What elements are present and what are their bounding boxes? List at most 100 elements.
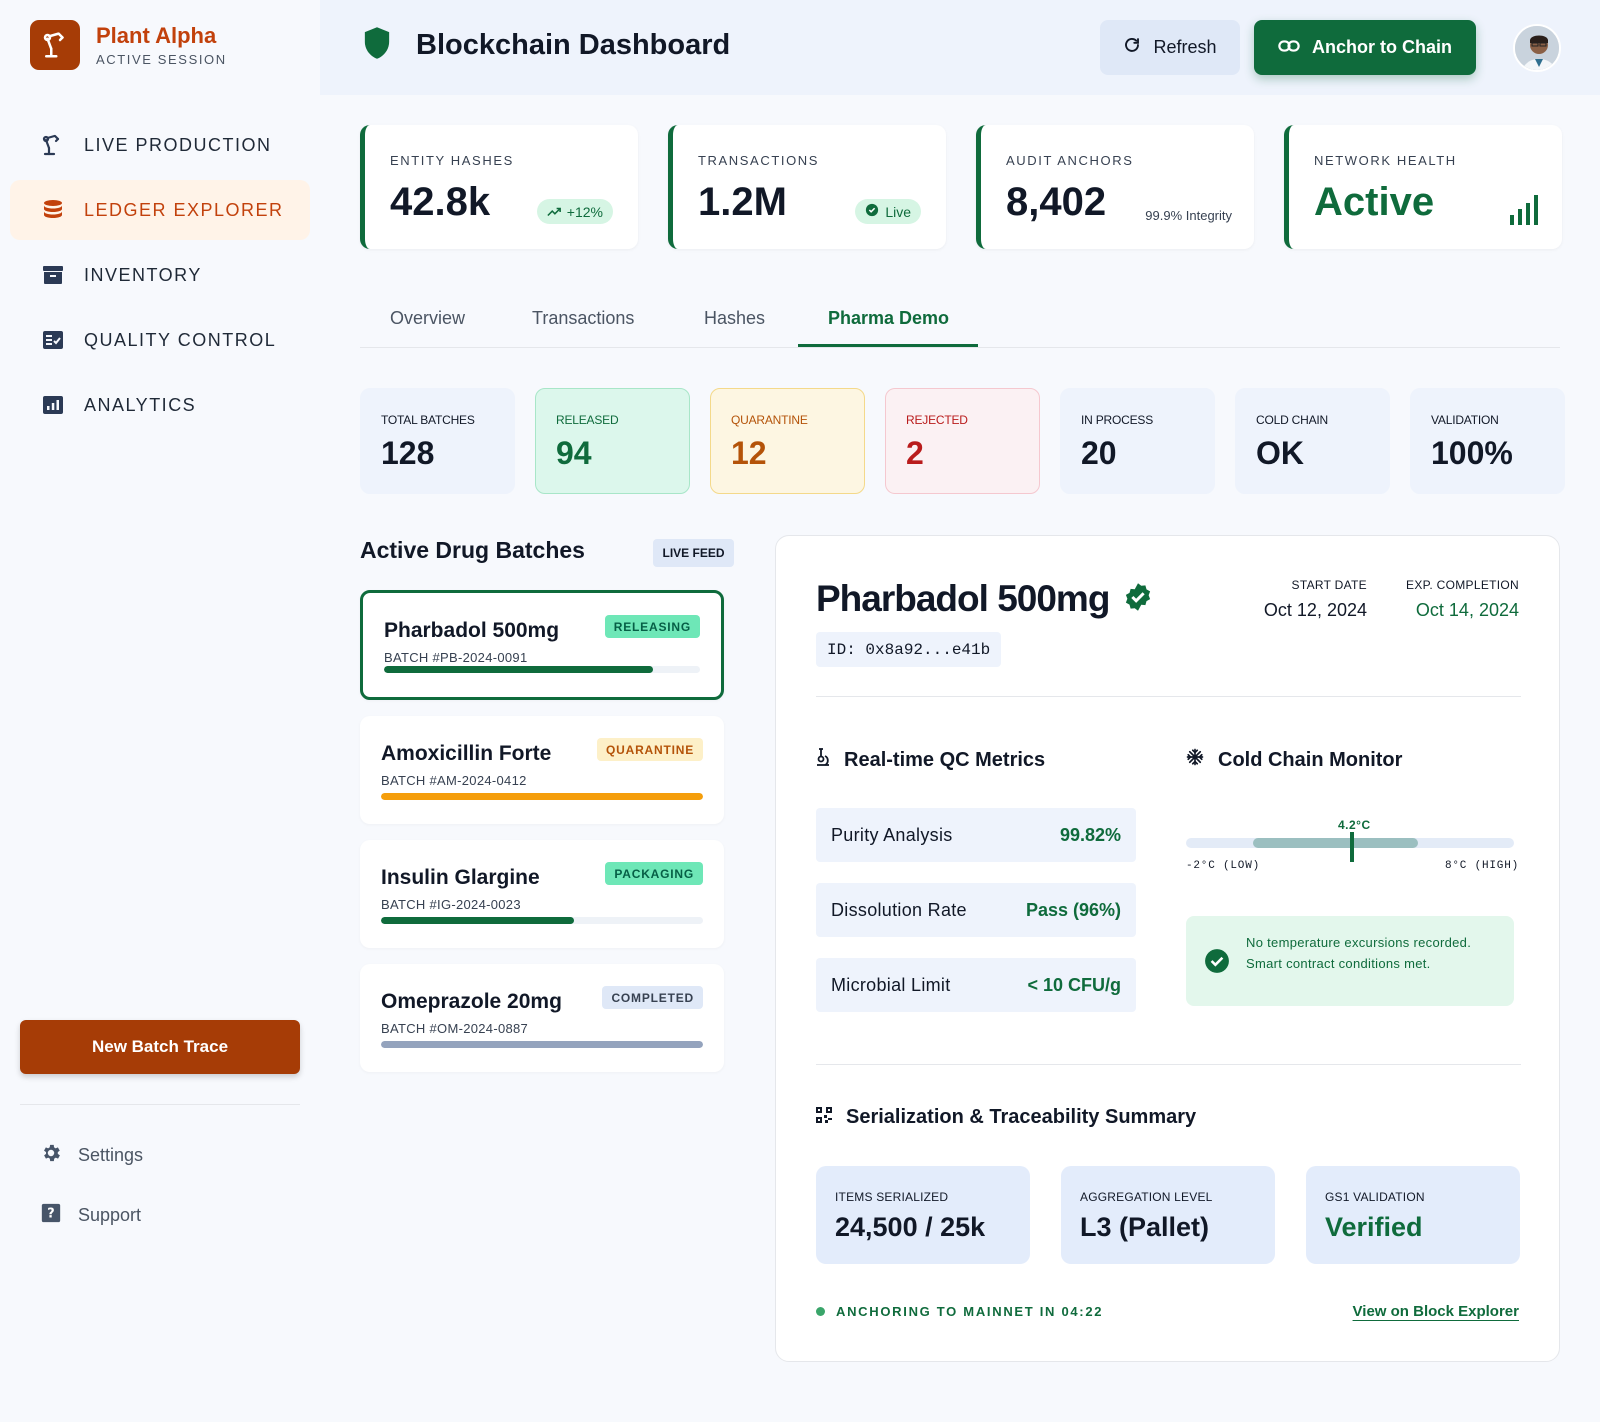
qc-metric-row: Purity Analysis 99.82%: [816, 808, 1136, 862]
batch-progress-track: [381, 917, 703, 924]
batch-card[interactable]: Amoxicillin Forte BATCH #AM-2024-0412 QUAR…: [360, 716, 724, 824]
stat-card-network-health[interactable]: NETWORK HEALTH Active: [1284, 125, 1562, 249]
archive-icon: [40, 262, 66, 288]
serialization-tile-value: L3 (Pallet): [1080, 1212, 1210, 1242]
sidebar-item-quality-control[interactable]: QUALITY CONTROL: [10, 310, 310, 370]
summary-value: OK: [1256, 435, 1304, 471]
serialization-tile: ITEMS SERIALIZED 24,500 / 25k: [816, 1166, 1030, 1264]
sidebar-item-label: LEDGER EXPLORER: [84, 199, 284, 220]
status-dot: [816, 1307, 825, 1316]
divider: [816, 1064, 1521, 1065]
summary-tile-in-process[interactable]: IN PROCESS 20: [1060, 388, 1215, 494]
growth-badge: +12%: [536, 199, 613, 224]
batch-progress-track: [381, 793, 703, 800]
sidebar-item-live-production[interactable]: LIVE PRODUCTION: [10, 115, 310, 175]
sidebar-nav: LIVE PRODUCTION LEDGER EXPLORER INVENTOR…: [10, 115, 310, 440]
stat-label: NETWORK HEALTH: [1314, 153, 1457, 168]
qc-metric-value: Pass (96%): [1025, 900, 1121, 920]
summary-tile-total-batches[interactable]: TOTAL BATCHES 128: [360, 388, 515, 494]
summary-label: VALIDATION: [1431, 413, 1499, 427]
sidebar-item-label: ANALYTICS: [84, 394, 197, 415]
start-date: START DATE Oct 12, 2024: [1264, 578, 1367, 621]
refresh-label: Refresh: [1153, 37, 1217, 57]
temp-current-value: 4.2°C: [1338, 818, 1371, 832]
qc-section-label: Real-time QC Metrics: [844, 748, 1046, 771]
refresh-button[interactable]: Refresh: [1100, 20, 1240, 75]
sidebar: Plant Alpha ACTIVE SESSION LIVE PRODUCTI…: [0, 0, 320, 1422]
batch-progress-fill: [384, 666, 653, 673]
view-block-explorer-link[interactable]: View on Block Explorer: [1353, 1303, 1519, 1320]
live-badge: Live: [855, 199, 921, 224]
refresh-icon: [1123, 36, 1141, 59]
snowflake-icon: [1186, 748, 1204, 772]
status-badge: QUARANTINE: [597, 738, 703, 761]
batch-hash-id[interactable]: ID: 0x8a92...e41b: [816, 632, 1002, 667]
brand[interactable]: Plant Alpha ACTIVE SESSION: [30, 20, 227, 70]
tab-overview[interactable]: Overview: [390, 308, 465, 329]
live-badge-text: Live: [885, 203, 911, 220]
summary-tile-validation[interactable]: VALIDATION 100%: [1410, 388, 1565, 494]
summary-tile-cold-chain[interactable]: COLD CHAIN OK: [1235, 388, 1390, 494]
qc-metric-label: Dissolution Rate: [831, 900, 967, 920]
anchor-to-chain-button[interactable]: Anchor to Chain: [1254, 20, 1476, 75]
sidebar-item-ledger-explorer[interactable]: LEDGER EXPLORER: [10, 180, 310, 240]
summary-value: 20: [1081, 435, 1117, 471]
summary-tile-quarantine[interactable]: QUARANTINE 12: [710, 388, 865, 494]
shield-icon: [362, 26, 392, 65]
serialization-label: Serialization & Traceability Summary: [846, 1106, 1197, 1128]
batch-name: Insulin Glargine: [381, 866, 540, 889]
robot-arm-icon: [40, 132, 66, 158]
temp-low-label: -2°C (LOW): [1186, 860, 1261, 872]
start-date-label: START DATE: [1291, 578, 1367, 592]
link-icon: [1278, 37, 1300, 58]
stat-value: Active: [1314, 180, 1435, 224]
tab-hashes[interactable]: Hashes: [704, 308, 765, 329]
summary-value: 128: [381, 435, 435, 471]
stat-card-transactions[interactable]: TRANSACTIONS 1.2M Live: [668, 125, 946, 249]
tab-pharma-demo[interactable]: Pharma Demo: [828, 308, 949, 329]
sidebar-item-label: LIVE PRODUCTION: [84, 134, 272, 155]
temperature-gauge: [1186, 832, 1514, 862]
summary-tile-rejected[interactable]: REJECTED 2: [885, 388, 1040, 494]
sidebar-item-label: QUALITY CONTROL: [84, 329, 277, 350]
settings-link[interactable]: Settings: [40, 1142, 143, 1169]
serialization-tile-label: ITEMS SERIALIZED: [835, 1190, 949, 1204]
batch-progress-fill: [381, 917, 575, 924]
top-header: Blockchain Dashboard Refresh Anchor to C…: [320, 0, 1600, 95]
serialization-tile: AGGREGATION LEVEL L3 (Pallet): [1061, 1166, 1275, 1264]
live-feed-badge: LIVE FEED: [653, 539, 734, 567]
cold-chain-note-text: No temperature excursions recorded. Smar…: [1246, 935, 1472, 971]
stat-value: 8,402: [1006, 180, 1107, 224]
stat-card-entity-hashes[interactable]: ENTITY HASHES 42.8k +12%: [360, 125, 638, 249]
status-badge: COMPLETED: [602, 986, 703, 1009]
qc-metric-label: Purity Analysis: [831, 825, 953, 845]
support-link[interactable]: ? Support: [40, 1202, 141, 1229]
svg-text:?: ?: [47, 1207, 54, 1222]
brand-subtitle: ACTIVE SESSION: [96, 52, 227, 67]
stat-card-audit-anchors[interactable]: AUDIT ANCHORS 8,402 99.9% Integrity: [976, 125, 1254, 249]
batch-card[interactable]: Pharbadol 500mg BATCH #PB-2024-0091 RELEAS…: [360, 590, 724, 700]
batch-card[interactable]: Omeprazole 20mg BATCH #OM-2024-0887 COMPLE…: [360, 964, 724, 1072]
qc-metric-row: Dissolution Rate Pass (96%): [816, 883, 1136, 937]
batch-detail-panel: Pharbadol 500mg ID: 0x8a92...e41b START …: [775, 535, 1560, 1362]
growth-badge-text: +12%: [566, 203, 603, 220]
temperature-marker: [1350, 832, 1354, 862]
batch-list-title: Active Drug Batches: [360, 537, 585, 563]
tab-transactions[interactable]: Transactions: [532, 308, 634, 329]
summary-tile-released[interactable]: RELEASED 94: [535, 388, 690, 494]
qc-metric-label: Microbial Limit: [831, 975, 951, 995]
batch-card[interactable]: Insulin Glargine BATCH #IG-2024-0023 PACKA…: [360, 840, 724, 948]
summary-label: RELEASED: [556, 413, 619, 427]
summary-label: COLD CHAIN: [1256, 413, 1329, 427]
sidebar-item-analytics[interactable]: ANALYTICS: [10, 375, 310, 435]
qr-code-icon: [816, 1106, 832, 1129]
sidebar-item-inventory[interactable]: INVENTORY: [10, 245, 310, 305]
serialization-tile: GS1 VALIDATION Verified: [1306, 1166, 1520, 1264]
sidebar-item-label: INVENTORY: [84, 264, 202, 285]
new-batch-trace-button[interactable]: New Batch Trace: [20, 1020, 300, 1074]
avatar[interactable]: [1513, 24, 1561, 72]
status-badge: RELEASING: [604, 615, 700, 638]
anchor-label: Anchor to Chain: [1312, 37, 1452, 57]
help-icon: ?: [40, 1202, 62, 1229]
verified-badge-icon: [1123, 582, 1153, 617]
